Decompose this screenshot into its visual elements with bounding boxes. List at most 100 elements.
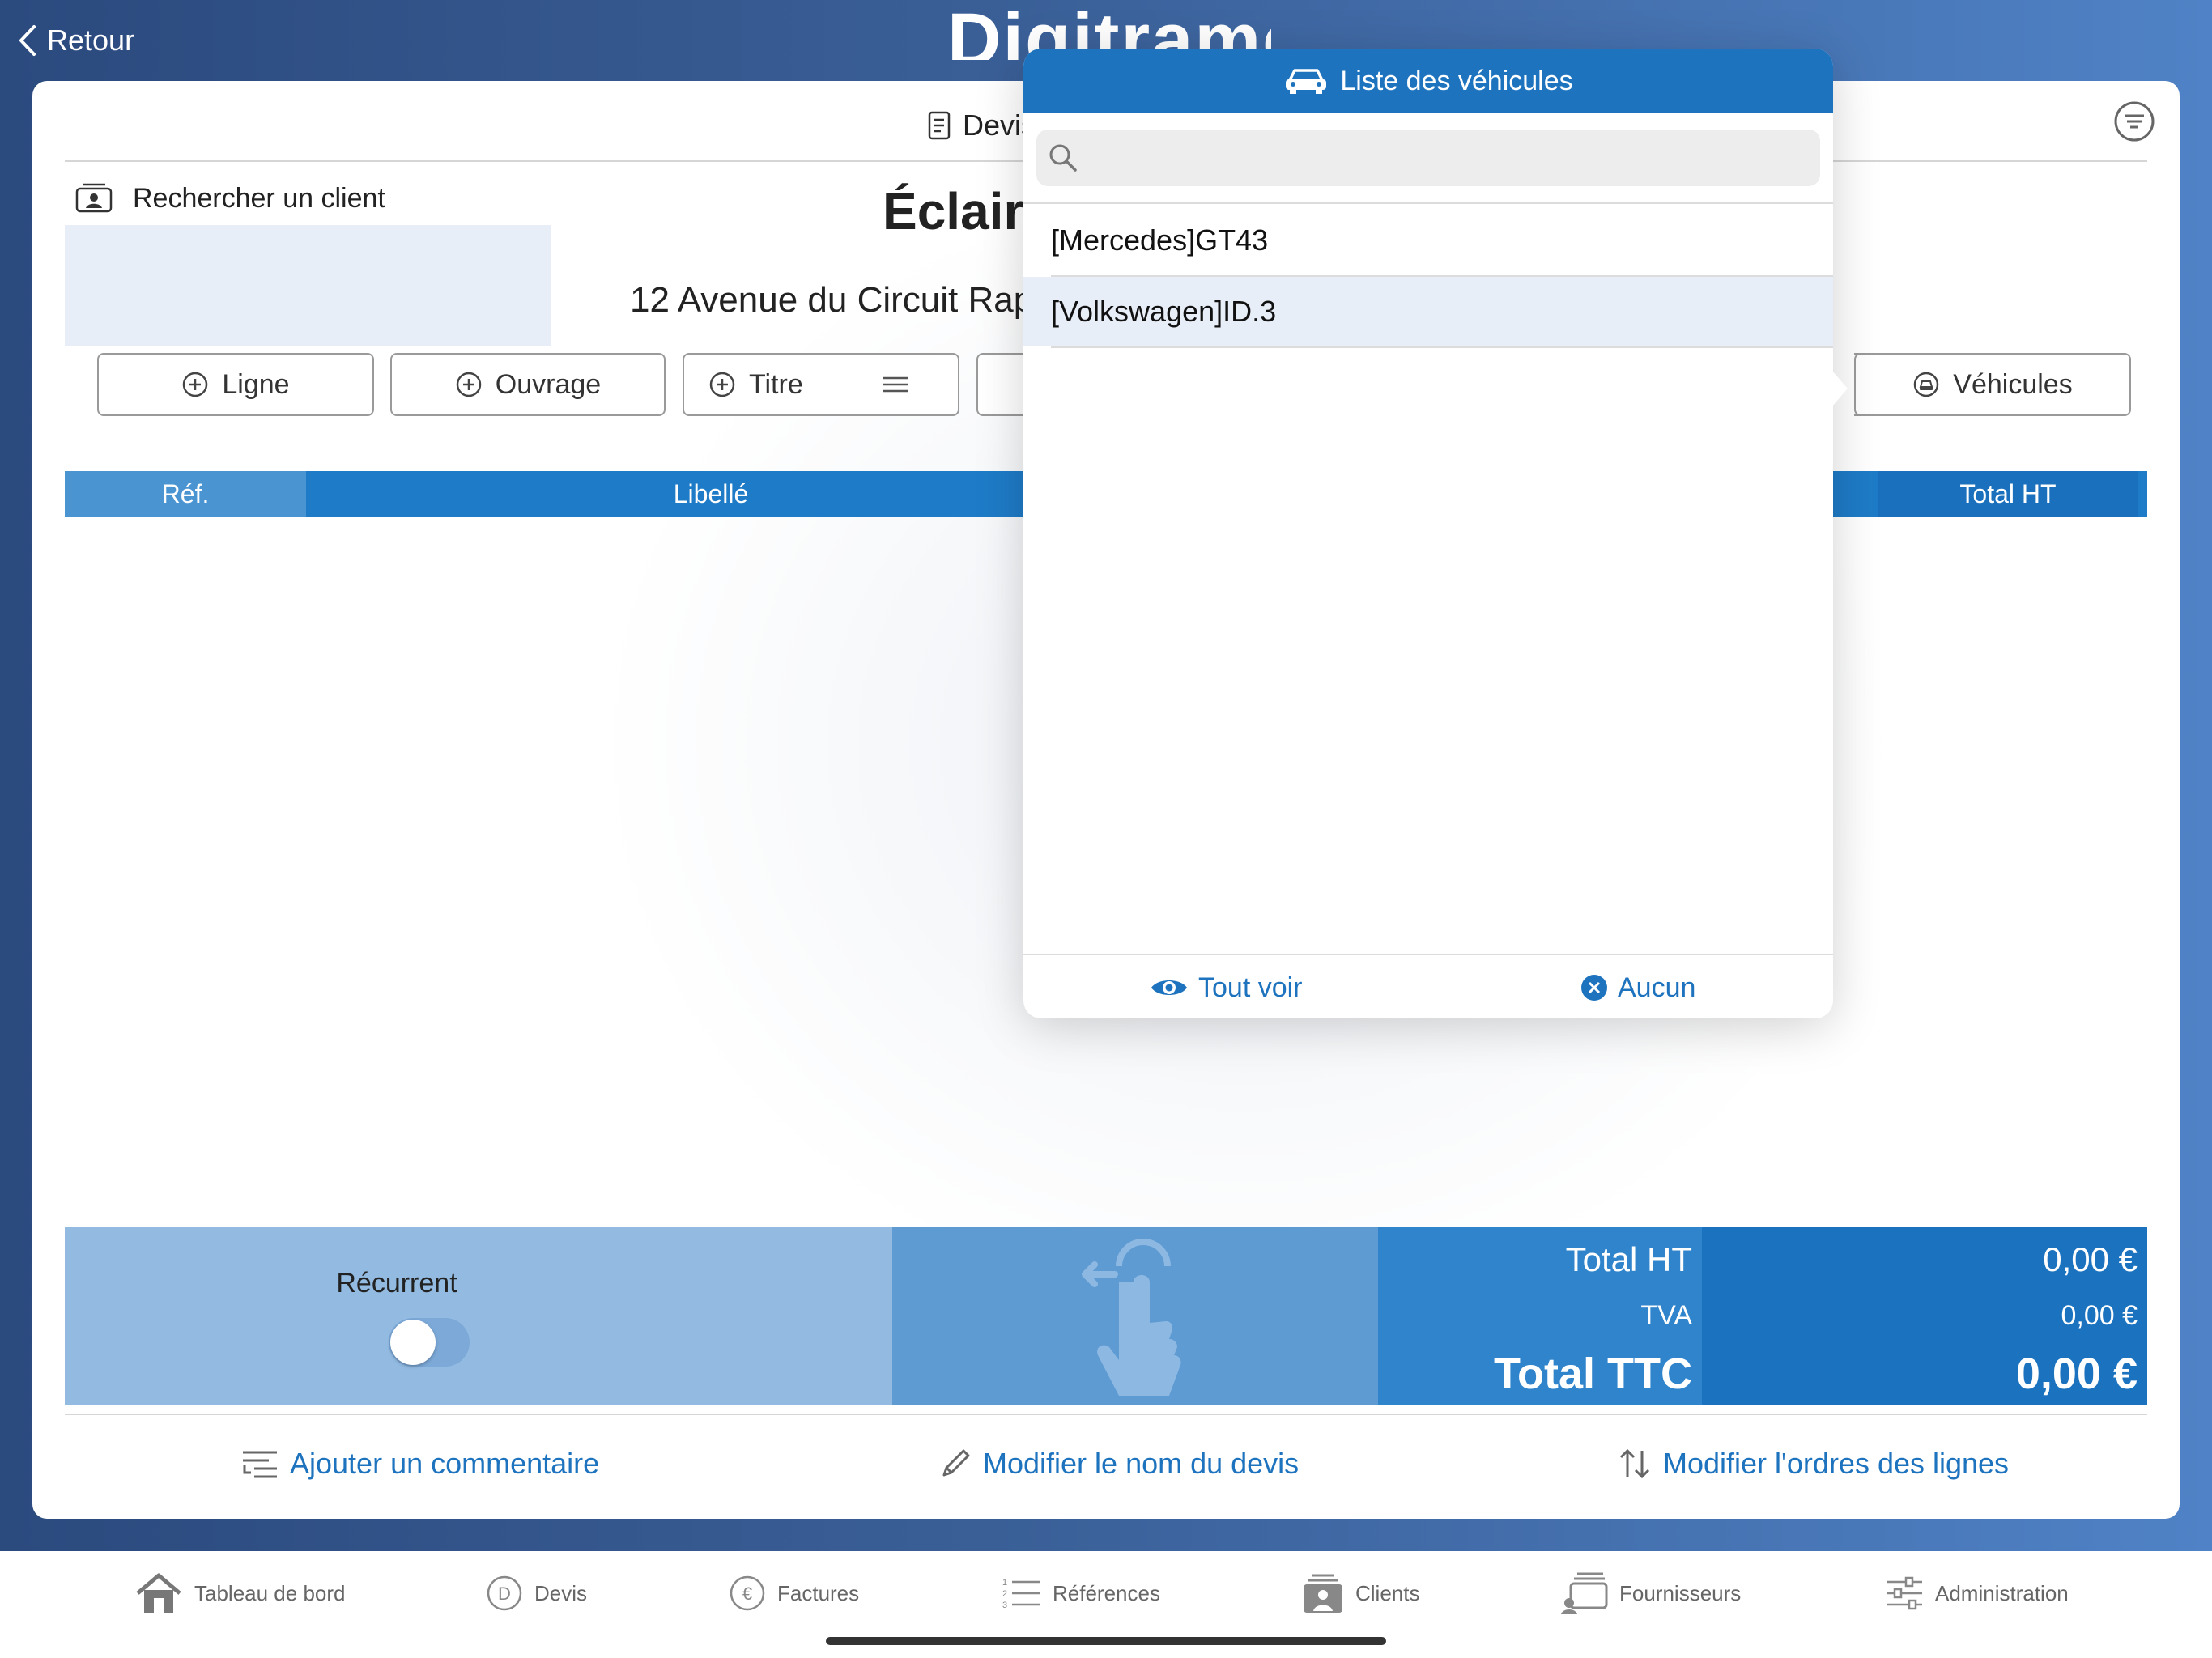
tva-label: TVA [1640,1300,1692,1331]
add-line-label: Ligne [222,368,290,400]
popover-title: Liste des véhicules [1340,65,1573,96]
back-label: Retour [47,23,135,57]
tab-administration[interactable]: Administration [1885,1571,2069,1616]
divider [1023,202,1833,204]
add-title-label: Titre [749,368,803,400]
add-ouvrage-label: Ouvrage [495,368,602,400]
plus-circle-icon [709,372,735,397]
vehicle-list-item[interactable]: [Mercedes]GT43 [1023,206,1833,275]
add-title-button[interactable]: Titre [683,353,959,416]
home-icon [136,1573,181,1613]
document-tab-title: Devis [927,105,1036,146]
client-info-box[interactable] [65,225,551,346]
totals-labels: Total HT TVA Total TTC [1378,1227,1702,1405]
divider [65,1414,2147,1415]
swipe-hand-icon [1082,1239,1181,1396]
tab-references[interactable]: 12 3 Références [1001,1571,1160,1616]
recurrent-toggle[interactable] [389,1318,470,1367]
tab-quotes-label: Devis [534,1580,588,1605]
total-ttc-label: Total TTC [1494,1350,1692,1398]
numbered-list-icon: 12 3 [1002,1578,1040,1610]
suppliers-icon [1561,1572,1608,1614]
vehicle-label: [Volkswagen]ID.3 [1051,295,1277,328]
add-comment-label: Ajouter un commentaire [290,1447,600,1480]
none-button[interactable]: Aucun [1580,965,1695,1010]
popover-header: Liste des véhicules [1023,49,1833,113]
total-ht-value: 0,00 € [2043,1240,2138,1278]
tab-invoices[interactable]: € Factures [729,1571,859,1616]
svg-text:2: 2 [1002,1589,1007,1599]
divider [1051,346,1833,348]
total-ttc-value: 0,00 € [2015,1350,2138,1398]
tab-clients-label: Clients [1355,1580,1420,1605]
recurrent-panel: Récurrent [65,1227,892,1405]
back-button[interactable]: Retour [18,18,134,63]
vehicle-search-input[interactable] [1036,130,1820,186]
total-ht-label: Total HT [1565,1240,1692,1278]
sort-arrows-icon [1619,1448,1650,1479]
car-circle-icon [1914,372,1939,397]
search-icon [1049,144,1077,172]
contact-card-icon [75,183,113,213]
close-circle-icon [1581,975,1607,1001]
rename-quote-label: Modifier le nom du devis [983,1447,1300,1480]
pencil-icon [942,1449,970,1477]
company-name: Éclair [883,182,1024,240]
euro-icon: € [730,1575,765,1611]
tva-value: 0,00 € [2061,1300,2138,1331]
document-icon [928,111,951,140]
svg-text:3: 3 [1002,1601,1007,1610]
reorder-lines-label: Modifier l'ordres des lignes [1663,1447,2010,1480]
toggle-knob [390,1320,436,1365]
tab-suppliers[interactable]: Fournisseurs [1559,1571,1741,1616]
tab-dashboard-label: Tableau de bord [194,1580,346,1605]
sliders-icon [1887,1576,1922,1610]
filter-menu-icon[interactable] [2113,100,2155,142]
company-address: 12 Avenue du Circuit Rap [630,280,1034,320]
eye-icon [1151,980,1187,995]
totals-values: 0,00 € 0,00 € 0,00 € [1702,1227,2147,1405]
plus-circle-icon [183,372,208,397]
add-comment-button[interactable]: Ajouter un commentaire [241,1441,599,1486]
rename-quote-button[interactable]: Modifier le nom du devis [939,1441,1299,1486]
tab-dashboard[interactable]: Tableau de bord [134,1571,345,1616]
column-header-ref[interactable]: Réf. [65,471,306,517]
tab-invoices-label: Factures [777,1580,860,1605]
none-label: Aucun [1618,971,1696,1003]
quote-d-icon: D [487,1575,522,1611]
svg-text:€: € [742,1584,752,1604]
client-search-label: Rechercher un client [133,182,385,214]
recurrent-label: Récurrent [336,1268,457,1299]
car-icon [1286,69,1327,94]
totals-summary: Récurrent Total HT TVA Total TTC 0,00 € … [65,1227,2147,1405]
show-all-label: Tout voir [1198,971,1303,1003]
vehicle-label: [Mercedes]GT43 [1051,223,1269,257]
divider [1023,954,1833,955]
reorder-lines-button[interactable]: Modifier l'ordres des lignes [1618,1441,2009,1486]
add-ouvrage-button[interactable]: Ouvrage [390,353,666,416]
home-indicator [826,1637,1386,1645]
popover-arrow [1827,364,1848,413]
vehicles-button[interactable]: Véhicules [1854,353,2131,416]
tab-suppliers-label: Fournisseurs [1619,1580,1742,1605]
svg-text:1: 1 [1002,1578,1007,1588]
client-search-button[interactable]: Rechercher un client [74,178,385,219]
plus-circle-icon [456,372,482,397]
tab-clients[interactable]: Clients [1302,1571,1419,1616]
tab-quotes[interactable]: D Devis [486,1571,587,1616]
vehicle-list-popover: Liste des véhicules [Mercedes]GT43 [Volk… [1023,49,1833,1018]
clients-icon [1304,1574,1342,1613]
vehicle-list-item-selected[interactable]: [Volkswagen]ID.3 [1023,277,1833,346]
swipe-hint-panel [892,1227,1378,1405]
tab-references-label: Références [1053,1580,1160,1605]
add-line-button[interactable]: Ligne [97,353,374,416]
vehicles-label: Véhicules [1953,368,2073,400]
comment-lines-icon [243,1451,277,1478]
column-header-total-ht[interactable]: Total HT [1878,471,2138,517]
svg-text:D: D [498,1584,511,1604]
column-header-libelle[interactable]: Libellé [306,471,1116,517]
chevron-left-icon [19,25,36,56]
show-all-button[interactable]: Tout voir [1150,965,1303,1010]
tab-administration-label: Administration [1935,1580,2069,1605]
hamburger-icon [883,376,908,393]
